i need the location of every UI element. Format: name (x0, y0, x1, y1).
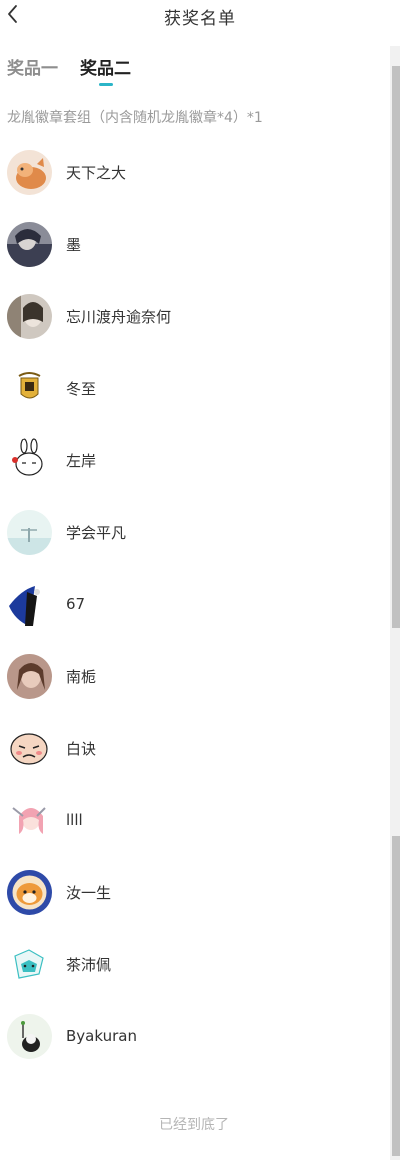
winner-name: Byakuran (66, 1027, 137, 1045)
winner-row[interactable]: 墨 (0, 208, 388, 280)
winner-row[interactable]: Byakuran (0, 1000, 388, 1072)
winner-name: 天下之大 (66, 163, 127, 182)
scrollbar-thumb[interactable] (392, 66, 400, 628)
winner-row[interactable]: 忘川渡舟逾奈何 (0, 280, 388, 352)
winner-row[interactable]: 学会平凡 (0, 496, 388, 568)
winner-name: 忘川渡舟逾奈何 (66, 307, 172, 326)
winner-name: 67 (66, 595, 86, 613)
avatar (7, 797, 52, 843)
scrollbar-thumb-lower[interactable] (392, 836, 400, 1156)
winner-row[interactable]: 白诀 (0, 712, 388, 784)
winner-name: llll (66, 811, 83, 829)
prize-title: 龙胤徽章套组（内含随机龙胤徽章*4）*1 (7, 110, 263, 126)
avatar (7, 725, 52, 771)
avatar (7, 509, 52, 555)
tab-label: 奖品二 (80, 59, 131, 79)
tab-label: 奖品一 (7, 59, 58, 79)
winner-name: 墨 (66, 235, 82, 254)
avatar (7, 581, 52, 627)
avatar (7, 1013, 52, 1059)
prize-tabs: 奖品一 奖品二 (7, 56, 153, 92)
active-tab-indicator (98, 83, 113, 86)
avatar (7, 365, 52, 411)
winner-row[interactable]: 冬至 (0, 352, 388, 424)
winner-name: 白诀 (66, 739, 97, 758)
winner-list: 天下之大 墨 忘川渡舟逾奈何 冬至 左岸 学会平凡 67 南栀 白诀 llll … (0, 136, 388, 1072)
avatar (7, 221, 52, 267)
winner-name: 汝一生 (66, 883, 112, 902)
avatar (7, 869, 52, 915)
end-of-list-text: 已经到底了 (159, 1117, 229, 1133)
avatar (7, 437, 52, 483)
tab-prize-1[interactable]: 奖品一 (7, 56, 58, 88)
winner-row[interactable]: 汝一生 (0, 856, 388, 928)
avatar (7, 653, 52, 699)
avatar (7, 293, 52, 339)
winner-name: 左岸 (66, 451, 97, 470)
page-title: 获奖名单 (164, 9, 236, 29)
tab-prize-2[interactable]: 奖品二 (80, 56, 131, 88)
winner-row[interactable]: 左岸 (0, 424, 388, 496)
winner-name: 茶沛佩 (66, 955, 112, 974)
winner-name: 南栀 (66, 667, 97, 686)
winner-row[interactable]: 茶沛佩 (0, 928, 388, 1000)
header: 获奖名单 (0, 0, 400, 32)
winner-row[interactable]: llll (0, 784, 388, 856)
winner-name: 学会平凡 (66, 523, 127, 542)
avatar (7, 941, 52, 987)
winner-row[interactable]: 67 (0, 568, 388, 640)
winner-name: 冬至 (66, 379, 97, 398)
winner-row[interactable]: 南栀 (0, 640, 388, 712)
winner-row[interactable]: 天下之大 (0, 136, 388, 208)
avatar (7, 149, 52, 195)
page: 获奖名单 奖品一 奖品二 龙胤徽章套组（内含随机龙胤徽章*4）*1 天下之大 墨… (0, 0, 400, 1160)
